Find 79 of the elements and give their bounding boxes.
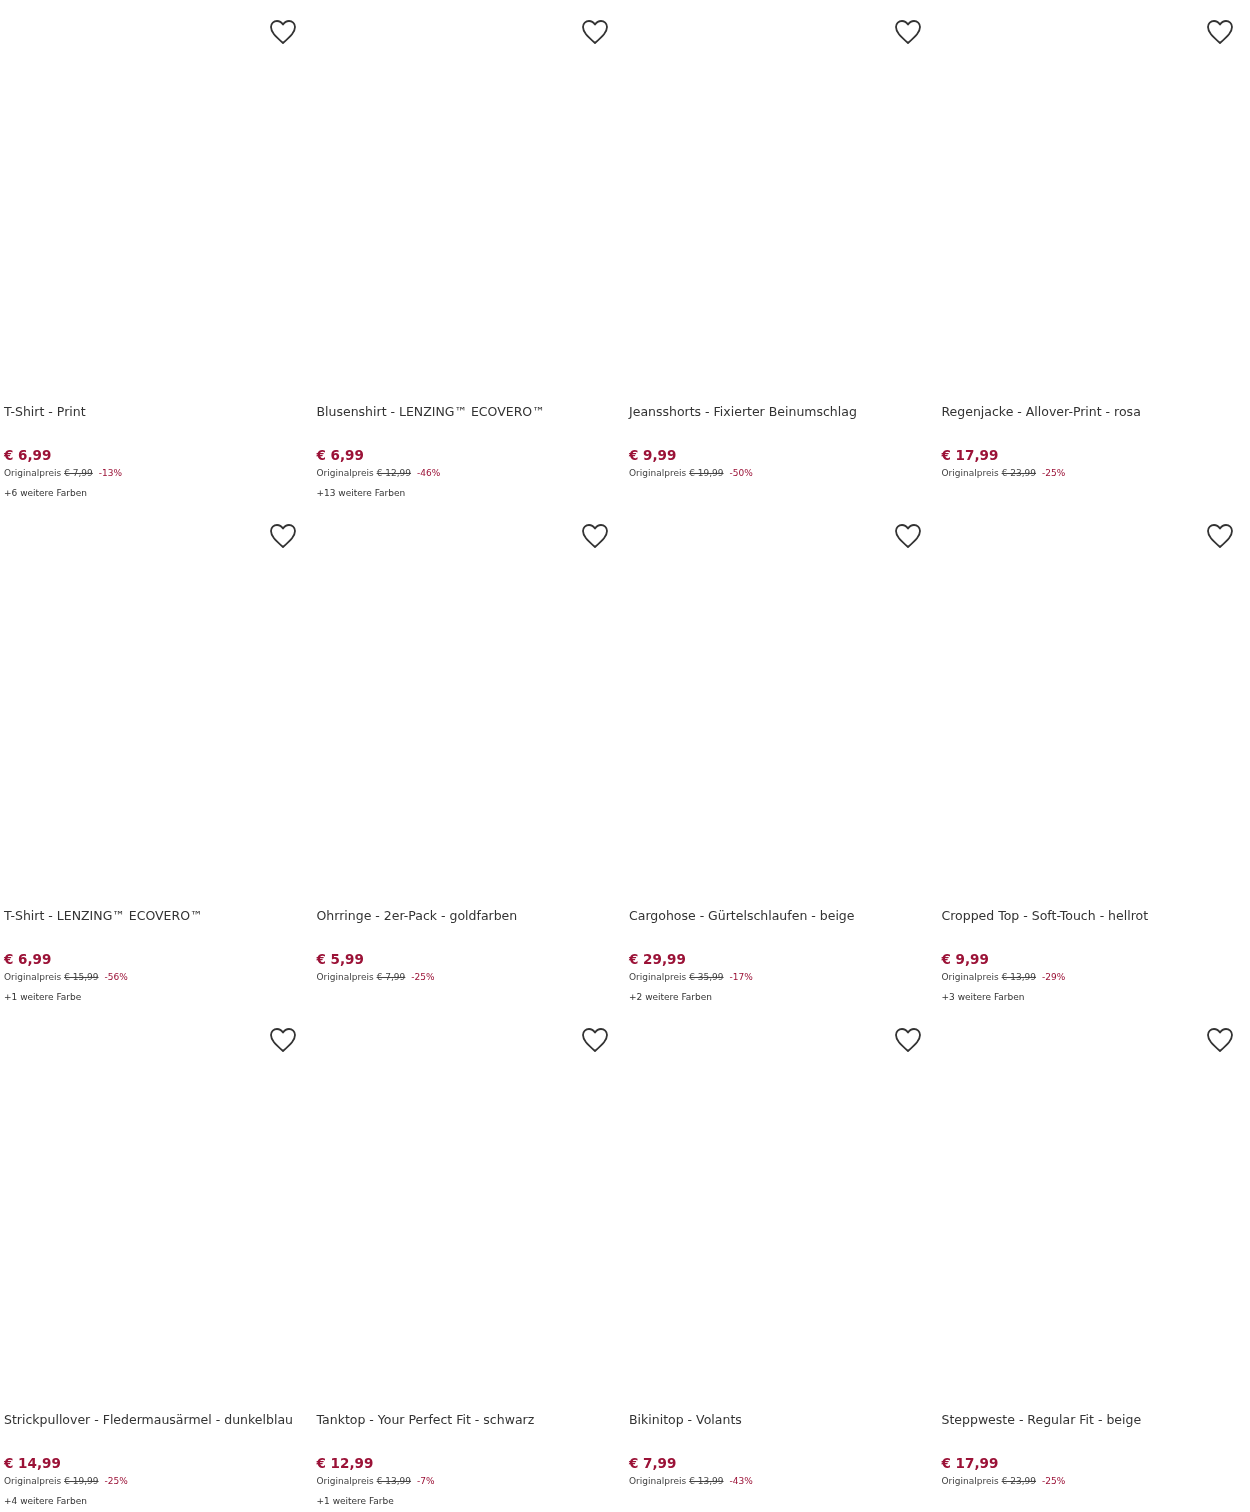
discount: -43% bbox=[729, 1476, 753, 1486]
product-title[interactable]: Jeansshorts - Fixierter Beinumschlag bbox=[629, 404, 857, 419]
discount: -25% bbox=[104, 1476, 128, 1486]
price: € 17,99 bbox=[941, 1455, 999, 1471]
more-colors-link[interactable]: +4 weitere Farben bbox=[4, 1496, 87, 1506]
original-price-label: Originalpreis bbox=[941, 468, 999, 478]
heart-icon[interactable] bbox=[268, 19, 297, 45]
original-price: € 23,99 bbox=[1001, 468, 1037, 478]
product-title[interactable]: Tanktop - Your Perfect Fit - schwarz bbox=[316, 1412, 535, 1427]
original-price: € 15,99 bbox=[64, 972, 99, 982]
price: € 14,99 bbox=[4, 1455, 61, 1471]
price: € 5,99 bbox=[316, 951, 364, 967]
product-title[interactable]: Cropped Top - Soft-Touch - hellrot bbox=[941, 908, 1149, 923]
original-price-label: Originalpreis bbox=[316, 468, 374, 478]
original-price-label: Originalpreis bbox=[4, 1476, 62, 1486]
heart-icon[interactable] bbox=[268, 1027, 297, 1053]
more-colors-link[interactable]: +2 weitere Farben bbox=[629, 992, 712, 1002]
original-price-label: Originalpreis bbox=[4, 468, 62, 478]
heart-icon[interactable] bbox=[893, 1027, 922, 1053]
original-price: € 35,99 bbox=[689, 972, 724, 982]
price: € 7,99 bbox=[629, 1455, 677, 1471]
product-title[interactable]: Cargohose - Gürtelschlaufen - beige bbox=[629, 908, 855, 923]
discount: -7% bbox=[417, 1476, 435, 1486]
original-price: € 7,99 bbox=[64, 468, 93, 478]
original-price-label: Originalpreis bbox=[316, 1476, 374, 1486]
price: € 29,99 bbox=[629, 951, 686, 967]
original-price-label: Originalpreis bbox=[316, 972, 374, 982]
discount: -17% bbox=[729, 972, 753, 982]
product-title[interactable]: T-Shirt - LENZING™ ECOVERO™ bbox=[4, 908, 203, 923]
product-title[interactable]: T-Shirt - Print bbox=[4, 404, 86, 419]
price: € 12,99 bbox=[316, 1455, 374, 1471]
discount: -25% bbox=[1042, 1476, 1066, 1486]
heart-icon[interactable] bbox=[268, 523, 297, 549]
discount: -46% bbox=[417, 468, 441, 478]
more-colors-link[interactable]: +6 weitere Farben bbox=[4, 488, 87, 498]
price: € 17,99 bbox=[941, 447, 999, 463]
more-colors-link[interactable]: +3 weitere Farben bbox=[941, 992, 1025, 1002]
heart-icon[interactable] bbox=[1206, 523, 1234, 549]
original-price-label: Originalpreis bbox=[941, 1476, 999, 1486]
price: € 9,99 bbox=[941, 951, 989, 967]
original-price: € 19,99 bbox=[689, 468, 724, 478]
more-colors-link[interactable]: +1 weitere Farbe bbox=[4, 992, 82, 1002]
product-title[interactable]: Ohrringe - 2er-Pack - goldfarben bbox=[316, 908, 518, 923]
more-colors-link[interactable]: +1 weitere Farbe bbox=[316, 1496, 394, 1506]
original-price: € 12,99 bbox=[376, 468, 412, 478]
heart-icon[interactable] bbox=[1206, 1027, 1234, 1053]
original-price: € 19,99 bbox=[64, 1476, 99, 1486]
product-title[interactable]: Regenjacke - Allover-Print - rosa bbox=[941, 404, 1141, 419]
price: € 6,99 bbox=[4, 447, 52, 463]
original-price: € 7,99 bbox=[376, 972, 406, 982]
heart-icon[interactable] bbox=[893, 523, 922, 549]
product-title[interactable]: Steppweste - Regular Fit - beige bbox=[941, 1412, 1142, 1427]
original-price: € 13,99 bbox=[689, 1476, 724, 1486]
discount: -13% bbox=[98, 468, 123, 478]
original-price-label: Originalpreis bbox=[629, 1476, 687, 1486]
original-price: € 13,99 bbox=[376, 1476, 412, 1486]
heart-icon[interactable] bbox=[581, 523, 609, 549]
price: € 9,99 bbox=[629, 447, 677, 463]
heart-icon[interactable] bbox=[581, 19, 609, 45]
discount: -25% bbox=[411, 972, 435, 982]
heart-icon[interactable] bbox=[1206, 19, 1234, 45]
original-price: € 13,99 bbox=[1001, 972, 1037, 982]
original-price-label: Originalpreis bbox=[629, 468, 687, 478]
discount: -50% bbox=[729, 468, 753, 478]
original-price-label: Originalpreis bbox=[629, 972, 687, 982]
original-price-label: Originalpreis bbox=[4, 972, 62, 982]
original-price: € 23,99 bbox=[1001, 1476, 1037, 1486]
more-colors-link[interactable]: +13 weitere Farben bbox=[316, 488, 406, 498]
original-price-label: Originalpreis bbox=[941, 972, 999, 982]
product-title[interactable]: Blusenshirt - LENZING™ ECOVERO™ bbox=[316, 404, 545, 419]
price: € 6,99 bbox=[4, 951, 52, 967]
heart-icon[interactable] bbox=[581, 1027, 609, 1053]
discount: -29% bbox=[1042, 972, 1066, 982]
discount: -56% bbox=[104, 972, 128, 982]
discount: -25% bbox=[1042, 468, 1066, 478]
heart-icon[interactable] bbox=[893, 19, 922, 45]
price: € 6,99 bbox=[316, 447, 364, 463]
product-title[interactable]: Bikinitop - Volants bbox=[629, 1412, 742, 1427]
product-title[interactable]: Strickpullover - Fledermausärmel - dunkelblau bbox=[4, 1412, 293, 1427]
